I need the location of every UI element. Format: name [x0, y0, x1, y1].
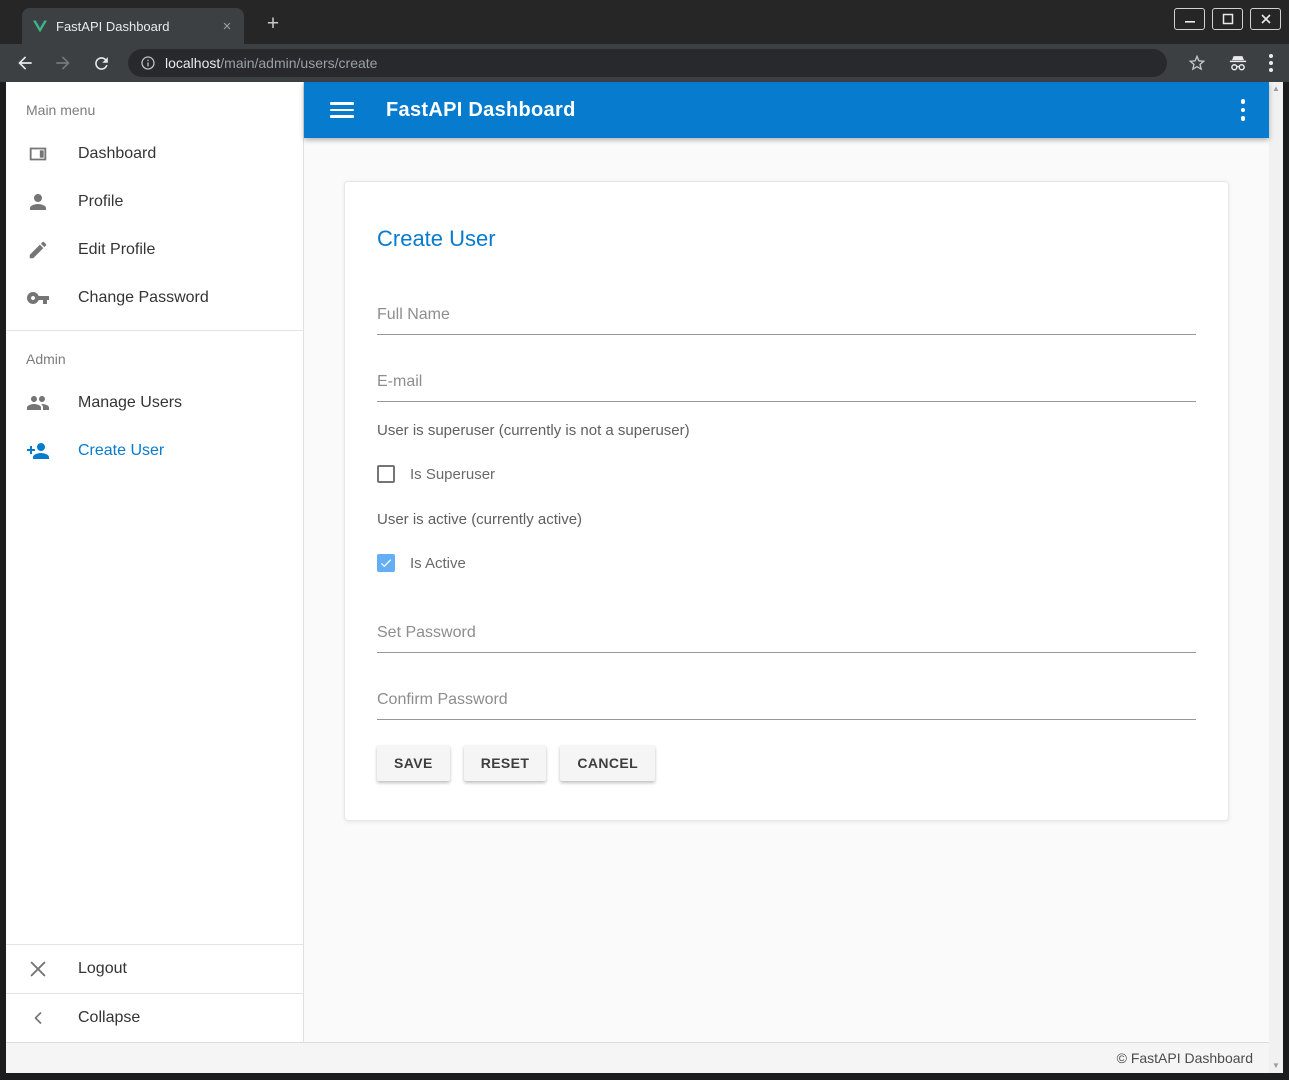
- new-tab-button[interactable]: +: [260, 12, 286, 36]
- is-superuser-checkbox[interactable]: [377, 465, 395, 483]
- page-footer: © FastAPI Dashboard: [6, 1042, 1269, 1073]
- sidebar-main-menu-header: Main menu: [6, 82, 303, 130]
- person-add-icon: [26, 439, 50, 463]
- sidebar-item-create-user[interactable]: Create User: [6, 427, 303, 475]
- maximize-button[interactable]: [1212, 8, 1243, 30]
- cancel-button[interactable]: CANCEL: [560, 745, 655, 781]
- incognito-icon: [1227, 52, 1249, 74]
- app-bar-kebab-icon[interactable]: [1231, 93, 1256, 127]
- is-superuser-label: Is Superuser: [410, 466, 495, 483]
- sidebar-item-dashboard[interactable]: Dashboard: [6, 130, 303, 178]
- page-viewport: Main menu Dashboard Profile: [0, 82, 1289, 1080]
- vue-logo-icon: [32, 18, 48, 34]
- browser-window: FastAPI Dashboard × +: [0, 0, 1289, 1080]
- browser-menu-kebab-icon[interactable]: [1269, 54, 1273, 72]
- set-password-input[interactable]: [377, 616, 1196, 653]
- scroll-down-icon[interactable]: ▼: [1272, 1062, 1280, 1070]
- sidebar-item-label: Change Password: [78, 289, 209, 307]
- reload-icon[interactable]: [90, 52, 112, 74]
- is-active-checkbox[interactable]: [377, 554, 395, 572]
- sidebar-item-label: Logout: [78, 960, 127, 978]
- toolbar-right: [1187, 52, 1273, 74]
- full-name-input[interactable]: [377, 298, 1196, 335]
- browser-toolbar: localhost/main/admin/users/create: [0, 44, 1289, 82]
- forward-icon[interactable]: [52, 52, 74, 74]
- sidebar: Main menu Dashboard Profile: [6, 82, 304, 1042]
- tab-title: FastAPI Dashboard: [56, 19, 210, 34]
- sidebar-item-edit-profile[interactable]: Edit Profile: [6, 226, 303, 274]
- back-icon[interactable]: [14, 52, 36, 74]
- sidebar-item-collapse[interactable]: Collapse: [6, 994, 303, 1042]
- footer-copyright: © FastAPI Dashboard: [1117, 1050, 1253, 1066]
- reset-button[interactable]: RESET: [464, 745, 547, 781]
- page-scrollbar[interactable]: ▲ ▼: [1269, 82, 1283, 1073]
- app-bar-title: FastAPI Dashboard: [386, 99, 576, 122]
- save-button[interactable]: SAVE: [377, 745, 450, 781]
- url-path: /main/admin/users/create: [220, 55, 377, 71]
- is-active-checkbox-row[interactable]: Is Active: [377, 554, 1196, 572]
- email-field-wrap: [377, 365, 1196, 402]
- app-bar: FastAPI Dashboard: [304, 82, 1269, 138]
- sidebar-item-profile[interactable]: Profile: [6, 178, 303, 226]
- is-superuser-checkbox-row[interactable]: Is Superuser: [377, 465, 1196, 483]
- sidebar-item-label: Create User: [78, 442, 164, 460]
- create-user-card: Create User User is superuser (currently…: [344, 181, 1229, 821]
- is-active-label: Is Active: [410, 555, 466, 572]
- pencil-icon: [26, 238, 50, 262]
- confirm-password-input[interactable]: [377, 683, 1196, 720]
- confirm-password-field-wrap: [377, 683, 1196, 720]
- address-bar[interactable]: localhost/main/admin/users/create: [128, 49, 1167, 77]
- set-password-field-wrap: [377, 616, 1196, 653]
- person-icon: [26, 190, 50, 214]
- sidebar-item-label: Edit Profile: [78, 241, 155, 259]
- menu-hamburger-icon[interactable]: [330, 102, 354, 118]
- sidebar-item-change-password[interactable]: Change Password: [6, 274, 303, 322]
- dashboard-icon: [26, 142, 50, 166]
- chevron-left-icon: [26, 1006, 50, 1030]
- people-icon: [26, 391, 50, 415]
- key-icon: [26, 286, 50, 310]
- scroll-up-icon[interactable]: ▲: [1272, 85, 1280, 93]
- sidebar-item-label: Profile: [78, 193, 123, 211]
- main-area: FastAPI Dashboard Create User: [304, 82, 1269, 1042]
- sidebar-item-logout[interactable]: Logout: [6, 945, 303, 993]
- sidebar-spacer: [6, 475, 303, 944]
- page-content: Create User User is superuser (currently…: [304, 138, 1269, 1042]
- sidebar-item-label: Manage Users: [78, 394, 182, 412]
- form-actions: SAVE RESET CANCEL: [377, 745, 1196, 781]
- tab-close-icon[interactable]: ×: [218, 17, 236, 35]
- site-info-icon[interactable]: [140, 55, 156, 71]
- sidebar-item-manage-users[interactable]: Manage Users: [6, 379, 303, 427]
- logout-x-icon: [26, 957, 50, 981]
- minimize-button[interactable]: [1174, 8, 1205, 30]
- sidebar-item-label: Dashboard: [78, 145, 156, 163]
- sidebar-admin-header: Admin: [6, 331, 303, 379]
- url-host: localhost: [165, 55, 220, 71]
- url-text: localhost/main/admin/users/create: [165, 55, 377, 71]
- active-hint: User is active (currently active): [377, 511, 1196, 528]
- tab-strip: FastAPI Dashboard × +: [0, 0, 1289, 44]
- window-controls: [1174, 8, 1281, 30]
- page-title: Create User: [377, 226, 1196, 252]
- sidebar-item-label: Collapse: [78, 1009, 140, 1027]
- full-name-field-wrap: [377, 298, 1196, 335]
- superuser-hint: User is superuser (currently is not a su…: [377, 422, 1196, 439]
- email-input[interactable]: [377, 365, 1196, 402]
- bookmark-star-icon[interactable]: [1187, 53, 1207, 73]
- browser-tab[interactable]: FastAPI Dashboard ×: [22, 8, 244, 44]
- window-close-button[interactable]: [1250, 8, 1281, 30]
